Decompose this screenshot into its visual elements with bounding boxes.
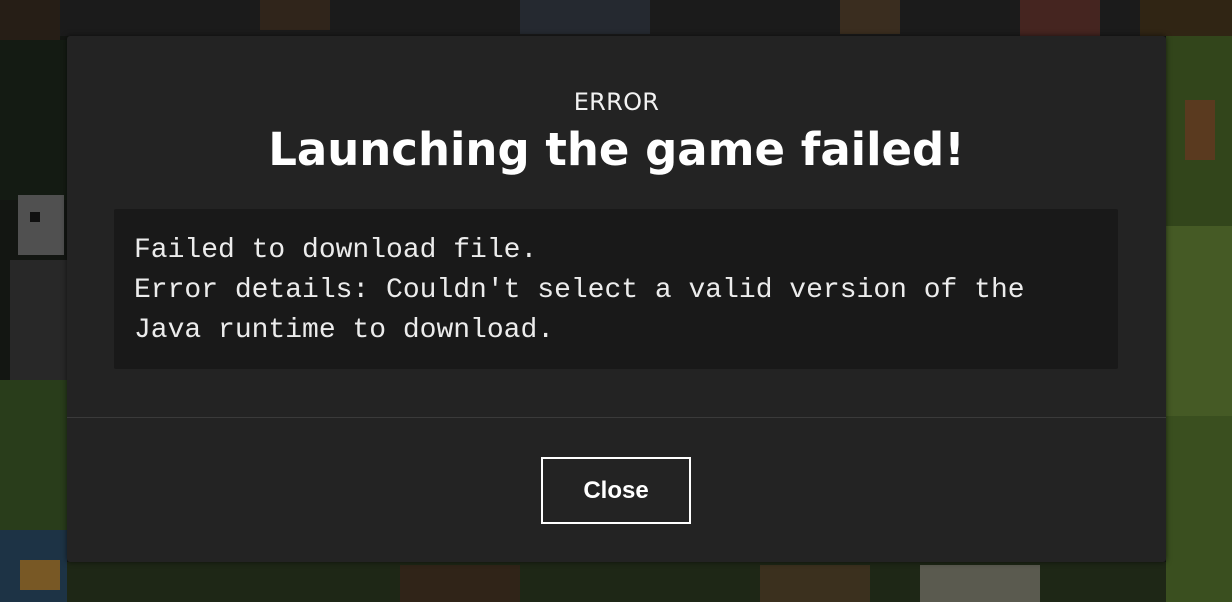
divider	[67, 417, 1166, 418]
close-button[interactable]: Close	[541, 457, 691, 524]
error-dialog: ERROR Launching the game failed! Failed …	[67, 36, 1166, 562]
error-label: ERROR	[573, 88, 660, 116]
error-details-line: Failed to download file.	[134, 235, 538, 266]
dialog-title: Launching the game failed!	[268, 123, 965, 176]
error-details-line: Java runtime to download.	[134, 315, 555, 346]
error-details-box: Failed to download file. Error details: …	[114, 209, 1118, 369]
error-details-line: Error details: Couldn't select a valid v…	[134, 275, 1025, 306]
